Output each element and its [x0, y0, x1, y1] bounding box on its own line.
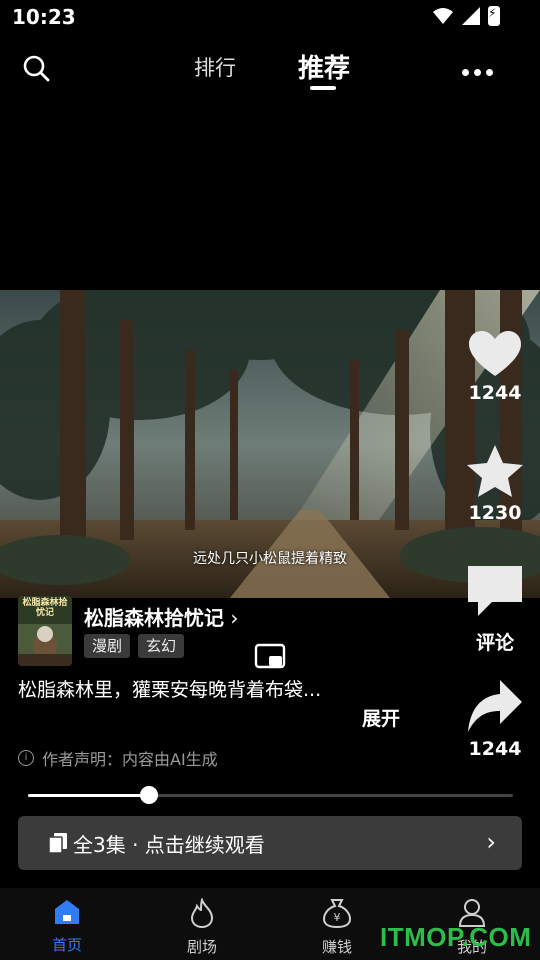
status-time: 10:23	[12, 5, 76, 29]
nav-earn-label: 赚钱	[321, 938, 352, 956]
star-icon	[467, 445, 523, 497]
like-count: 1244	[468, 382, 522, 404]
comment-icon	[468, 566, 522, 616]
tag-item[interactable]: 漫剧	[84, 634, 131, 658]
chevron-right-icon: ›	[224, 606, 239, 630]
progress-handle[interactable]	[140, 786, 158, 804]
flame-icon	[190, 896, 214, 929]
progress-fill	[28, 794, 149, 797]
share-count: 1244	[468, 738, 522, 760]
svg-text:¥: ¥	[334, 911, 341, 924]
favorite-button[interactable]: 1230	[455, 444, 535, 524]
favorite-count: 1230	[468, 502, 522, 524]
share-button[interactable]: 1244	[455, 678, 535, 760]
more-icon[interactable]	[462, 62, 498, 82]
home-icon	[55, 900, 79, 924]
watermark: ITMOP.COM	[380, 922, 532, 952]
wifi-icon	[433, 8, 453, 24]
nav-earn[interactable]: ¥ 赚钱	[292, 898, 382, 957]
nav-theater[interactable]: 剧场	[157, 896, 247, 957]
heart-icon	[469, 331, 521, 376]
nav-home-label: 首页	[51, 936, 82, 954]
status-icons	[432, 6, 500, 26]
episodes-label: 全3集 · 点击继续观看	[73, 833, 265, 857]
expand-button[interactable]: 展开	[362, 704, 400, 731]
signal-icon	[462, 7, 480, 25]
comment-button[interactable]: 评论	[455, 564, 535, 655]
drama-description: 松脂森林里，獾栗安每晚背着布袋...	[18, 679, 322, 701]
share-icon	[468, 680, 522, 732]
episodes-bar[interactable]: 全3集 · 点击继续观看 ›	[18, 816, 522, 870]
nav-home[interactable]: 首页	[22, 898, 112, 955]
like-button[interactable]: 1244	[455, 330, 535, 404]
money-bag-icon: ¥	[322, 899, 352, 929]
search-icon[interactable]	[20, 52, 52, 84]
picture-in-picture-icon[interactable]	[254, 643, 286, 671]
drama-cover[interactable]: 松脂森林拾忧记	[18, 596, 72, 666]
tab-recommend[interactable]: 推荐	[298, 48, 350, 85]
ai-notice: i 作者声明：内容由AI生成	[18, 746, 218, 770]
tab-rank[interactable]: 排行	[194, 52, 236, 82]
chevron-right-icon: ›	[486, 828, 496, 856]
info-icon: i	[18, 750, 34, 766]
episodes-icon	[48, 833, 67, 854]
tag-item[interactable]: 玄幻	[138, 634, 185, 658]
drama-title[interactable]: 松脂森林拾忧记 ›	[84, 602, 238, 631]
comment-label: 评论	[475, 632, 514, 654]
cover-title: 松脂森林拾忧记	[22, 598, 68, 618]
nav-theater-label: 剧场	[186, 938, 217, 956]
battery-icon	[488, 6, 500, 26]
active-tab-indicator	[310, 86, 336, 90]
